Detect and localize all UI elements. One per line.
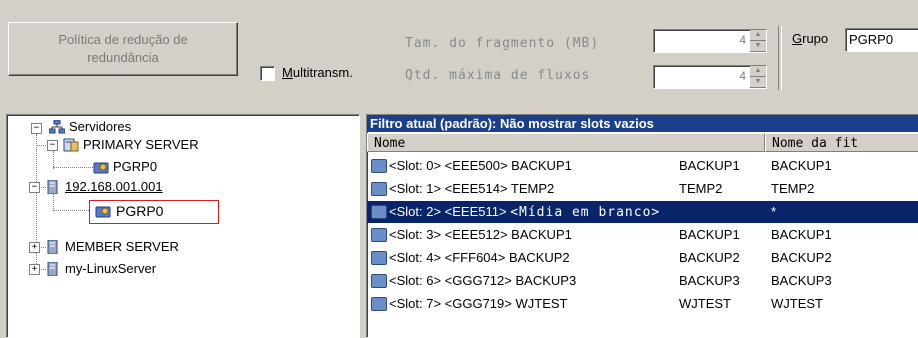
redundancy-policy-button[interactable]: Política de redução de redundância — [8, 22, 238, 76]
slot-name-cell: <Slot: 6> <GGG712> BACKUP3 — [389, 273, 577, 288]
grupo-input[interactable]: PGRP0 — [845, 28, 918, 52]
tape-name-cell: BACKUP1 — [771, 227, 832, 242]
tree-item-primary-server[interactable]: PRIMARY SERVER — [83, 137, 199, 153]
table-row[interactable]: <Slot: 4> <FFF604> BACKUP2 BACKUP2 BACKUP2 — [367, 247, 918, 269]
expand-icon[interactable]: + — [29, 264, 40, 275]
table-row[interactable]: <Slot: 6> <GGG712> BACKUP3 BACKUP3 BACKUP3 — [367, 270, 918, 292]
tape-icon — [371, 297, 387, 311]
multitransm-checkbox[interactable] — [260, 66, 275, 81]
tape-icon — [371, 251, 387, 265]
server-icon — [63, 138, 79, 152]
spin-down-icon[interactable]: ▼ — [750, 77, 766, 88]
max-flows-spinner[interactable]: 4 ▲ ▼ — [653, 65, 767, 89]
network-icon — [49, 120, 65, 134]
collapse-icon[interactable]: − — [31, 123, 42, 134]
tape-name-cell: TEMP2 — [771, 181, 815, 196]
tape-name-cell: WJTEST — [771, 296, 823, 311]
toolbar-separator — [778, 26, 782, 90]
server-icon — [47, 262, 58, 276]
slot-name-cell: <Slot: 1> <EEE514> TEMP2 — [389, 181, 555, 196]
tree-item-member-server[interactable]: MEMBER SERVER — [65, 239, 179, 255]
server-tree[interactable]: − Servidores − PRIMARY SERVER PGRP0 − 19… — [6, 114, 360, 338]
tree-item-linux-server[interactable]: my-LinuxServer — [65, 261, 156, 277]
expand-icon[interactable]: + — [29, 242, 40, 253]
table-row[interactable]: <Slot: 2> <EEE511> <Mídia em branco> * — [367, 201, 918, 223]
collapse-icon[interactable]: − — [29, 182, 40, 193]
collapse-icon[interactable]: − — [47, 140, 58, 151]
tree-item-pgrp0-primary[interactable]: PGRP0 — [113, 159, 157, 175]
column-header-tape-name[interactable]: Nome da fit — [765, 133, 918, 152]
fragment-size-spinner[interactable]: 4 ▲ ▼ — [653, 29, 767, 53]
tree-item-server-ip[interactable]: 192.168.001.001 — [65, 179, 163, 195]
tape-name-cell: BACKUP2 — [771, 250, 832, 265]
slot-list[interactable]: Filtro atual (padrão): Não mostrar slots… — [366, 114, 918, 338]
table-row[interactable]: <Slot: 3> <EEE512> BACKUP1 BACKUP1 BACKUP1 — [367, 224, 918, 246]
tape-name-cell: BACKUP3 — [771, 273, 832, 288]
tape-label-cell: BACKUP2 — [679, 250, 740, 265]
spin-up-icon[interactable]: ▲ — [750, 30, 766, 41]
tape-label-cell: BACKUP3 — [679, 273, 740, 288]
spin-down-icon[interactable]: ▼ — [750, 41, 766, 52]
tape-label-cell: BACKUP1 — [679, 227, 740, 242]
slot-name-cell: <Slot: 0> <EEE500> BACKUP1 — [389, 158, 572, 173]
table-row[interactable]: <Slot: 0> <EEE500> BACKUP1 BACKUP1 BACKUP1 — [367, 155, 918, 177]
tape-icon — [371, 159, 387, 173]
tree-root-label[interactable]: Servidores — [69, 119, 131, 135]
max-flows-value: 4 — [739, 69, 746, 83]
server-icon — [47, 240, 58, 254]
slot-name-cell: <Slot: 2> <EEE511> <Mídia em branco> — [389, 204, 661, 220]
table-row[interactable]: <Slot: 1> <EEE514> TEMP2 TEMP2 TEMP2 — [367, 178, 918, 200]
tape-icon — [371, 205, 387, 219]
max-flows-label: Qtd. máxima de fluxos — [405, 68, 591, 83]
tape-name-cell: * — [771, 204, 777, 219]
tree-item-pgrp0-selected[interactable]: PGRP0 — [116, 203, 163, 219]
filter-bar: Filtro atual (padrão): Não mostrar slots… — [367, 115, 918, 132]
tape-icon — [371, 228, 387, 242]
group-icon — [93, 162, 109, 174]
multitransm-label: Multitransm. — [282, 65, 353, 80]
tape-icon — [371, 182, 387, 196]
server-icon — [47, 180, 58, 194]
tape-name-cell: BACKUP1 — [771, 158, 832, 173]
tape-label-cell: BACKUP1 — [679, 158, 740, 173]
tape-label-cell: WJTEST — [679, 296, 731, 311]
slot-name-cell: <Slot: 3> <EEE512> BACKUP1 — [389, 227, 572, 242]
spin-up-icon[interactable]: ▲ — [750, 66, 766, 77]
fragment-size-label: Tam. do fragmento (MB) — [405, 36, 600, 51]
group-icon — [95, 206, 111, 218]
slot-name-cell: <Slot: 7> <GGG719> WJTEST — [389, 296, 568, 311]
redundancy-policy-label: Política de redução de redundância — [58, 32, 188, 65]
fragment-size-value: 4 — [739, 33, 746, 47]
grupo-label: Grupo — [792, 31, 829, 46]
slot-name-cell: <Slot: 4> <FFF604> BACKUP2 — [389, 250, 570, 265]
tape-label-cell: TEMP2 — [679, 181, 723, 196]
grupo-value: PGRP0 — [849, 32, 894, 47]
table-row[interactable]: <Slot: 7> <GGG719> WJTEST WJTEST WJTEST — [367, 293, 918, 315]
column-header-name[interactable]: Nome — [367, 133, 765, 152]
tape-icon — [371, 274, 387, 288]
